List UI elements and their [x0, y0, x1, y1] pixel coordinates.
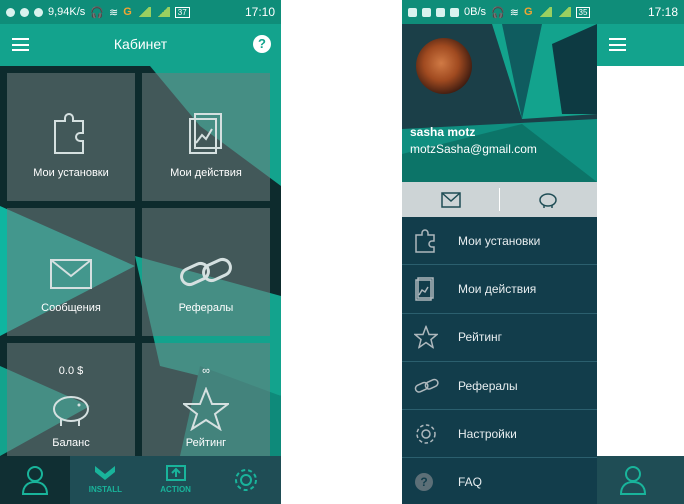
menu-item-my-installs[interactable]: Мои установки: [402, 217, 597, 266]
envelope-icon: [441, 191, 461, 208]
phone-screen-right: 0B/s 🎧 ≋ G 35 17:18 sasha motz motzSasha…: [402, 0, 684, 504]
help-icon: ?: [415, 473, 433, 492]
gear-icon: [234, 469, 257, 491]
balance-value: 0.0 $: [58, 365, 84, 377]
puzzle-icon: [415, 228, 435, 253]
notification-icon: [20, 7, 29, 17]
user-name: sasha motz: [410, 125, 476, 139]
link-icon: [180, 257, 232, 287]
network-speed: 0B/s: [464, 6, 487, 18]
menu-item-my-actions[interactable]: Мои действия: [402, 265, 597, 314]
headphones-icon: 🎧: [491, 6, 505, 19]
star-icon: [183, 387, 229, 431]
network-type: G: [523, 6, 533, 18]
menu-item-label: FAQ: [458, 475, 483, 490]
tile-my-installs[interactable]: Мои установки: [7, 73, 135, 201]
tile-my-actions[interactable]: Мои действия: [142, 73, 270, 201]
menu-item-faq[interactable]: ? FAQ: [402, 458, 597, 504]
puzzle-icon: [54, 113, 84, 154]
signal-icon: [155, 7, 170, 17]
menu-item-label: Рейтинг: [458, 330, 503, 345]
install-icon: [95, 466, 116, 480]
drawer-tabs: [402, 182, 597, 217]
bottom-nav: INSTALL ACTION: [0, 456, 281, 504]
menu-item-label: Мои действия: [458, 281, 537, 296]
clock: 17:10: [244, 5, 275, 19]
nav-profile[interactable]: [0, 456, 71, 504]
headphones-icon: 🎧: [90, 6, 105, 19]
app-bar: Кабинет ?: [0, 24, 281, 66]
chart-document-icon: [189, 113, 222, 154]
notification-icon: [422, 7, 431, 17]
menu-item-label: Рефералы: [458, 378, 518, 393]
piggy-bank-icon: [539, 192, 557, 208]
tile-label: Рефералы: [178, 302, 234, 314]
menu-item-label: Мои установки: [458, 233, 541, 248]
app-bar: [597, 24, 684, 66]
menu-item-referrals[interactable]: Рефералы: [402, 362, 597, 411]
signal-icon: [556, 7, 571, 17]
tile-label: Сообщения: [41, 302, 101, 314]
svg-text:?: ?: [420, 475, 427, 489]
notification-icon: [408, 7, 417, 17]
signal-icon: [136, 7, 151, 17]
nav-action[interactable]: ACTION: [141, 456, 211, 504]
status-bar: 0B/s 🎧 ≋ G 35 17:18: [402, 0, 684, 24]
piggy-bank-icon: [53, 396, 89, 426]
wifi-icon: ≋: [509, 6, 519, 19]
menu-item-rating[interactable]: Рейтинг: [402, 314, 597, 362]
gear-icon: [416, 424, 436, 444]
notification-icon: [450, 7, 459, 17]
avatar[interactable]: [416, 38, 472, 94]
tile-balance[interactable]: 0.0 $ Баланс: [7, 343, 135, 471]
wifi-icon: ≋: [109, 6, 119, 19]
drawer-menu: Мои установки Мои действия Рейтинг Рефер…: [402, 217, 597, 504]
notification-icon: [6, 7, 15, 17]
link-icon: [414, 378, 439, 393]
navigation-drawer: sasha motz motzSasha@gmail.com Мои устан…: [402, 24, 597, 504]
battery-icon: 37: [174, 6, 190, 18]
rating-value: ∞: [202, 365, 210, 377]
notification-icon: [34, 7, 43, 17]
user-icon[interactable]: [619, 465, 647, 495]
user-email: motzSasha@gmail.com: [410, 142, 537, 156]
status-bar: 9,94K/s 🎧 ≋ G 37 17:10: [0, 0, 281, 24]
tile-referrals[interactable]: Рефералы: [142, 208, 270, 336]
drawer-header: sasha motz motzSasha@gmail.com: [402, 24, 597, 182]
envelope-icon: [50, 259, 92, 289]
battery-icon: 35: [575, 6, 591, 18]
help-icon[interactable]: ?: [253, 35, 271, 53]
network-speed: 9,94K/s: [48, 6, 86, 18]
menu-item-label: Настройки: [458, 426, 517, 441]
action-icon: [165, 465, 186, 481]
notification-icon: [436, 7, 445, 17]
user-icon: [22, 466, 49, 495]
chart-document-icon: [415, 277, 434, 301]
menu-item-settings[interactable]: Настройки: [402, 410, 597, 459]
tile-messages[interactable]: Сообщения: [7, 208, 135, 336]
clock: 17:18: [647, 5, 678, 19]
nav-label: INSTALL: [88, 485, 122, 494]
network-type: G: [123, 6, 132, 18]
page-title: Кабинет: [113, 36, 168, 52]
tile-label: Баланс: [52, 437, 90, 449]
star-icon: [414, 325, 438, 349]
tile-label: Мои установки: [33, 167, 109, 179]
nav-settings[interactable]: [211, 456, 281, 504]
nav-install[interactable]: INSTALL: [70, 456, 140, 504]
tab-messages[interactable]: [402, 182, 500, 217]
signal-icon: [537, 7, 552, 17]
bottom-nav: [597, 456, 684, 504]
tile-label: Рейтинг: [185, 437, 227, 449]
nav-label: ACTION: [160, 485, 191, 494]
tile-label: Мои действия: [170, 167, 242, 179]
menu-icon[interactable]: [609, 38, 626, 51]
phone-screen-left: 9,94K/s 🎧 ≋ G 37 17:10 Кабинет ? Мои уст…: [0, 0, 281, 504]
tab-balance[interactable]: [500, 182, 598, 217]
tile-rating[interactable]: ∞ Рейтинг: [142, 343, 270, 471]
